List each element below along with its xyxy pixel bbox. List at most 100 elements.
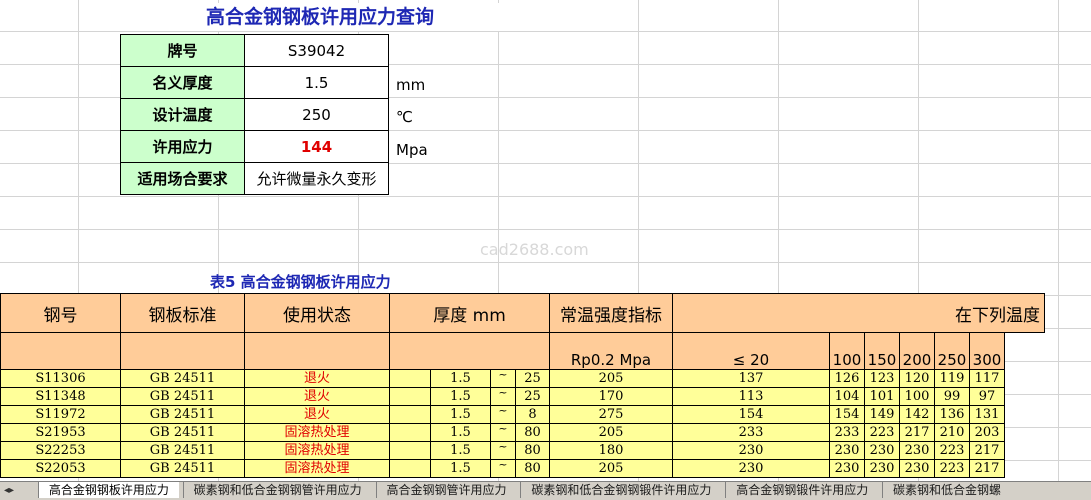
cell-s150[interactable]: 230 [864,459,900,478]
cell-s300[interactable]: 217 [969,441,1005,460]
cell-thickness-max[interactable]: 80 [515,423,550,442]
cell-s100[interactable]: 230 [829,459,865,478]
cell-s250[interactable]: 119 [934,369,970,388]
cell-s200[interactable]: 230 [899,441,935,460]
cell-s200[interactable]: 120 [899,369,935,388]
cell-thickness-max[interactable]: 80 [515,441,550,460]
cell-s100[interactable]: 104 [829,387,865,406]
cell-standard[interactable]: GB 24511 [120,405,245,424]
cell-rp[interactable]: 205 [549,369,673,388]
cell-standard[interactable]: GB 24511 [120,387,245,406]
cell-s150[interactable]: 223 [864,423,900,442]
cell-s250[interactable]: 99 [934,387,970,406]
cell-s100[interactable]: 230 [829,441,865,460]
cell-rp[interactable]: 180 [549,441,673,460]
thickness-label: 名义厚度 [120,66,245,99]
cell-grade[interactable]: S22053 [0,459,121,478]
cell-s20[interactable]: 230 [672,441,830,460]
cell-standard[interactable]: GB 24511 [120,369,245,388]
cell-s200[interactable]: 217 [899,423,935,442]
temperature-label: 设计温度 [120,98,245,131]
col-t20: ≤ 20 [672,332,830,370]
query-row-temperature: 设计温度 250 [120,98,389,131]
requirement-input[interactable]: 允许微量永久变形 [244,162,389,195]
cell-s200[interactable]: 100 [899,387,935,406]
cell-condition[interactable]: 固溶热处理 [244,441,390,460]
cell-s150[interactable]: 101 [864,387,900,406]
cell-s300[interactable]: 203 [969,423,1005,442]
cell-s100[interactable]: 233 [829,423,865,442]
cell-s300[interactable]: 97 [969,387,1005,406]
tab-high-alloy-plate[interactable]: 高合金钢钢板许用应力 [37,482,179,498]
spreadsheet-grid[interactable]: 高合金钢钢板许用应力查询 牌号 S39042 名义厚度 1.5 设计温度 250… [0,0,1091,481]
cell-s300[interactable]: 217 [969,459,1005,478]
cell-thickness-min[interactable]: 1.5 [430,387,491,406]
cell-thickness-min[interactable]: 1.5 [430,405,491,424]
cell-s150[interactable]: 149 [864,405,900,424]
cell-s250[interactable]: 210 [934,423,970,442]
cell-thickness-min[interactable]: 1.5 [430,369,491,388]
stress-result[interactable]: 144 [244,130,389,163]
cell-s20[interactable]: 113 [672,387,830,406]
cell-thickness-min[interactable]: 1.5 [430,441,491,460]
col-standard: 钢板标准 [120,293,245,333]
cell-standard[interactable]: GB 24511 [120,441,245,460]
cell-rp[interactable]: 205 [549,459,673,478]
tab-carbon-steel-forging[interactable]: 碳素钢和低合金钢钢锻件许用应力 [520,482,721,498]
cell-rp[interactable]: 275 [549,405,673,424]
cell-tilde: ~ [490,387,516,406]
cell-grade[interactable]: S11306 [0,369,121,388]
cell-s150[interactable]: 123 [864,369,900,388]
tab-carbon-steel-pipe[interactable]: 碳素钢和低合金钢钢管许用应力 [182,482,372,498]
thickness-unit: mm [392,76,430,94]
cell-s20[interactable]: 154 [672,405,830,424]
table-header-row: 钢号 钢板标准 使用状态 厚度 mm 常温强度指标 在下列温度 [0,293,1045,333]
cell-s20[interactable]: 233 [672,423,830,442]
cell-s100[interactable]: 126 [829,369,865,388]
cell-s200[interactable]: 142 [899,405,935,424]
cell-condition[interactable]: 退火 [244,369,390,388]
cell-condition[interactable]: 退火 [244,387,390,406]
cell-s200[interactable]: 230 [899,459,935,478]
cell-grade[interactable]: S11348 [0,387,121,406]
cell-s250[interactable]: 136 [934,405,970,424]
cell-s300[interactable]: 117 [969,369,1005,388]
page-title: 高合金钢钢板许用应力查询 [140,3,500,31]
cell-thickness-max[interactable]: 25 [515,387,550,406]
temperature-input[interactable]: 250 [244,98,389,131]
cell-standard[interactable]: GB 24511 [120,459,245,478]
tab-high-alloy-pipe[interactable]: 高合金钢钢管许用应力 [375,482,517,498]
cell-condition[interactable]: 固溶热处理 [244,459,390,478]
col-rp: Rp0.2 Mpa [549,332,673,370]
stress-label: 许用应力 [120,130,245,163]
cell-standard[interactable]: GB 24511 [120,423,245,442]
tab-scroll-arrows-icon[interactable]: ◂▸ [0,482,34,499]
thickness-input[interactable]: 1.5 [244,66,389,99]
cell-s20[interactable]: 230 [672,459,830,478]
tab-high-alloy-forging[interactable]: 高合金钢钢锻件许用应力 [725,482,878,498]
cell-condition[interactable]: 退火 [244,405,390,424]
cell-s300[interactable]: 131 [969,405,1005,424]
cell-s100[interactable]: 154 [829,405,865,424]
cell-rp[interactable]: 205 [549,423,673,442]
cell-thickness-max[interactable]: 8 [515,405,550,424]
col-grade: 钢号 [0,293,121,333]
cell-grade[interactable]: S11972 [0,405,121,424]
cell-grade[interactable]: S21953 [0,423,121,442]
cell-s150[interactable]: 230 [864,441,900,460]
tab-carbon-steel-bolt[interactable]: 碳素钢和低合金钢螺 [882,482,1011,498]
cell-condition[interactable]: 固溶热处理 [244,423,390,442]
cell-thickness-min[interactable]: 1.5 [430,423,491,442]
cell-s250[interactable]: 223 [934,459,970,478]
cell-rp[interactable]: 170 [549,387,673,406]
cell-s20[interactable]: 137 [672,369,830,388]
col-t150: 150 [864,332,900,370]
cell-grade[interactable]: S22253 [0,441,121,460]
cell-thickness-min[interactable]: 1.5 [430,459,491,478]
table-row: S22053 GB 24511 固溶热处理 1.5 ~ 80 205 230 2… [0,459,1045,478]
cell-thickness-max[interactable]: 25 [515,369,550,388]
cell-thickness-max[interactable]: 80 [515,459,550,478]
grade-input[interactable]: S39042 [244,34,389,67]
cell-s250[interactable]: 223 [934,441,970,460]
table-subheader-row: Rp0.2 Mpa ≤ 20 100 150 200 250 300 [0,332,1045,370]
